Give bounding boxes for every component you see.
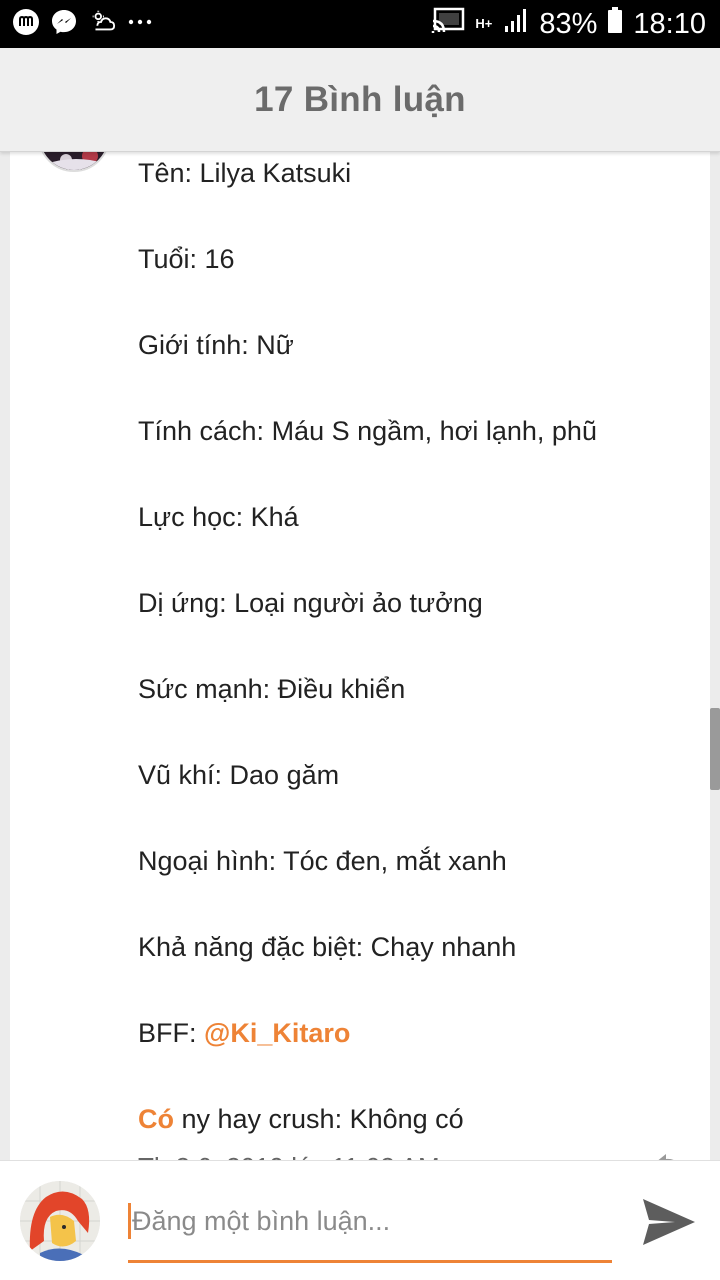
comment-composer xyxy=(0,1160,720,1280)
comment-line-allergy: Dị ứng: Loại người ảo tưởng xyxy=(138,588,483,618)
status-bar: H+ 83% 18:10 xyxy=(0,0,720,48)
cloud-sync-icon xyxy=(88,8,116,36)
cast-icon xyxy=(431,6,465,42)
reply-icon[interactable] xyxy=(654,1152,684,1160)
comment-line-gender: Giới tính: Nữ xyxy=(138,330,294,360)
comment-line-ability: Khả năng đặc biệt: Chạy nhanh xyxy=(138,932,517,962)
commenter-avatar[interactable] xyxy=(38,152,110,172)
crush-link[interactable]: Có xyxy=(138,1104,174,1134)
comment-line-personality: Tính cách: Máu S ngầm, hơi lạnh, phũ xyxy=(138,416,597,446)
current-user-avatar[interactable] xyxy=(20,1181,100,1261)
network-type-label: H+ xyxy=(475,16,493,31)
more-dots-icon xyxy=(126,8,154,36)
battery-icon xyxy=(607,6,623,42)
comment-input[interactable] xyxy=(132,1199,610,1243)
comments-header: 17 Bình luận xyxy=(0,48,720,152)
text-caret xyxy=(128,1203,131,1239)
comment-line-crush: Có ny hay crush: Không có xyxy=(138,1102,464,1136)
comment-line-academics: Lực học: Khá xyxy=(138,502,299,532)
comment-card[interactable]: Tên: Lilya Katsuki Tuổi: 16 Giới tính: N… xyxy=(10,152,710,1160)
comment-timestamp: Th 3 6, 2019 lúc 11:03 AM xyxy=(138,1152,440,1160)
messenger-icon xyxy=(50,8,78,36)
signal-icon xyxy=(503,6,529,42)
comment-line-weapon: Vũ khí: Dao găm xyxy=(138,760,340,790)
messenger-lite-icon xyxy=(12,8,40,36)
comment-line-appearance: Ngoại hình: Tóc đen, mắt xanh xyxy=(138,846,507,876)
scrollbar-thumb[interactable] xyxy=(710,708,720,790)
comment-line-age: Tuổi: 16 xyxy=(138,244,235,274)
battery-percent: 83% xyxy=(539,7,598,40)
page-title: 17 Bình luận xyxy=(254,79,466,119)
comment-line-name: Tên: Lilya Katsuki xyxy=(138,158,352,188)
send-icon xyxy=(643,1199,695,1245)
bff-mention-link[interactable]: @Ki_Kitaro xyxy=(204,1018,350,1048)
crush-text: ny hay crush: Không có xyxy=(174,1104,464,1134)
bff-label: BFF: xyxy=(138,1018,204,1048)
clock: 18:10 xyxy=(633,7,706,40)
comment-line-bff: BFF: @Ki_Kitaro xyxy=(138,1016,350,1050)
comment-line-power: Sức mạnh: Điều khiển xyxy=(138,674,406,704)
send-button[interactable] xyxy=(638,1193,700,1251)
comment-input-wrapper[interactable] xyxy=(128,1197,612,1263)
